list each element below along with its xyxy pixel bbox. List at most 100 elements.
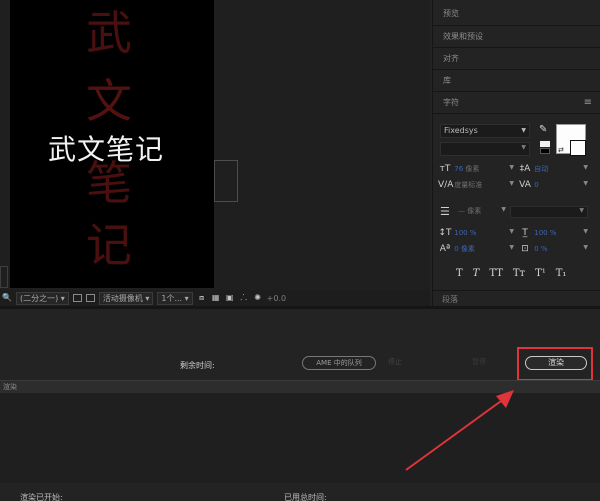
baseline-shift-icon: Aª — [439, 244, 451, 254]
layer-bounding-box[interactable] — [214, 160, 238, 202]
kerning-value[interactable]: 度量标准 — [454, 181, 482, 189]
small-caps-button[interactable]: Tт — [513, 268, 525, 279]
stroke-width-value[interactable]: — — [458, 207, 465, 215]
font-size-unit: 像素 — [465, 165, 480, 173]
font-size-control[interactable]: ᴛT 76 像素 ▼ — [438, 164, 514, 178]
camera-dropdown[interactable]: 活动摄像机 ▾ — [98, 291, 154, 305]
stroke-color-swatch[interactable] — [570, 140, 586, 156]
subscript-button[interactable]: T₁ — [556, 268, 567, 279]
stop-button[interactable]: 停止 — [388, 357, 402, 367]
render-queue-header: 渲染 — [0, 380, 600, 393]
composition-viewer-area[interactable]: 武 文 笔 记 武文笔记 — [0, 0, 430, 290]
vertical-scale-control[interactable]: ↕T 100 % ▼ — [438, 228, 514, 242]
chevron-down-icon: ▼ — [509, 164, 514, 171]
total-elapsed-label: 已用总时间: — [284, 493, 327, 501]
horizontal-scale-value[interactable]: 100 % — [534, 229, 556, 237]
exposure-icon[interactable]: ✺ — [253, 293, 263, 303]
transparency-grid-icon[interactable] — [85, 294, 95, 302]
character-title: 字符 — [443, 98, 459, 107]
tsume-control[interactable]: ⊡ 0 % ▼ — [518, 244, 588, 258]
superscript-button[interactable]: T¹ — [535, 268, 546, 279]
font-size-icon: ᴛT — [439, 164, 451, 174]
views-value: 1个... — [161, 293, 183, 303]
faux-italic-button[interactable]: T — [473, 268, 480, 279]
panel-menu-icon[interactable]: ≡ — [584, 92, 592, 114]
render-queue-list[interactable] — [0, 393, 600, 483]
chevron-down-icon: ▼ — [509, 180, 514, 187]
baseline-shift-value[interactable]: 0 像素 — [454, 245, 475, 253]
ghost-char-ji: 记 — [86, 218, 132, 272]
leading-control[interactable]: ‡A 自动 ▼ — [518, 164, 588, 178]
image-icon[interactable]: ▣ — [225, 293, 235, 303]
faux-bold-button[interactable]: T — [456, 268, 463, 279]
chevron-down-icon: ▼ — [583, 228, 588, 235]
tsume-value[interactable]: 0 % — [534, 245, 547, 253]
render-queue-panel: 剩余时间: AME 中的队列 停止 暂停 渲染 渲染 渲染已开始: 已用总时间: — [0, 309, 600, 501]
pause-button[interactable]: 暂停 — [472, 357, 486, 367]
panel-section-character[interactable]: 字符 ≡ — [433, 92, 600, 114]
ghost-char-wen: 文 — [86, 74, 132, 128]
resolution-value: (二分之一) — [20, 293, 59, 303]
panel-section-library[interactable]: 库 — [433, 70, 600, 92]
camera-value: 活动摄像机 — [102, 293, 143, 303]
remaining-time-label: 剩余时间: — [180, 361, 215, 370]
chevron-down-icon: ▼ — [579, 207, 584, 214]
font-style-dropdown[interactable]: ▼ — [440, 142, 530, 156]
text-style-buttons: T T TT Tт T¹ T₁ — [456, 268, 566, 279]
stroke-width-control[interactable]: — 像素 ▼ — [458, 206, 506, 220]
canvas-title-text[interactable]: 武文笔记 — [48, 128, 164, 168]
chevron-down-icon: ▼ — [521, 144, 526, 151]
stroke-width-icon: ☰ — [440, 205, 450, 218]
edge-guide — [0, 266, 8, 288]
exposure-value[interactable]: +0.0 — [267, 294, 286, 303]
render-button[interactable]: 渲染 — [525, 356, 587, 370]
views-dropdown[interactable]: 1个... ▾ — [157, 291, 193, 305]
stroke-width-unit: 像素 — [467, 207, 482, 215]
tracking-icon: VA — [519, 180, 531, 190]
panel-section-align[interactable]: 对齐 — [433, 48, 600, 70]
panel-section-effects[interactable]: 效果和预设 — [433, 26, 600, 48]
white-swatch[interactable] — [540, 141, 550, 147]
chevron-down-icon: ▼ — [521, 127, 526, 134]
tracking-value[interactable]: 0 — [534, 181, 538, 189]
chevron-down-icon: ▼ — [501, 206, 506, 213]
tracking-control[interactable]: VA 0 ▼ — [518, 180, 588, 194]
render-queue-toolbar: 剩余时间: AME 中的队列 停止 暂停 渲染 — [0, 309, 600, 381]
viewer-toolbar: 🔍 (二分之一) ▾ 活动摄像机 ▾ 1个... ▾ ⧈ ▦ ▣ ⸫ ✺ +0.… — [0, 290, 430, 306]
baseline-shift-control[interactable]: Aª 0 像素 ▼ — [438, 244, 514, 258]
vertical-scale-icon: ↕T — [438, 228, 452, 238]
chevron-down-icon: ▼ — [583, 164, 588, 171]
leading-icon: ‡A — [519, 164, 531, 174]
snapshot-icon[interactable] — [72, 294, 82, 302]
horizontal-scale-icon: T̲ — [522, 228, 528, 238]
font-family-value: Fixedsys — [444, 126, 478, 135]
tsume-icon: ⊡ — [521, 244, 529, 254]
chevron-down-icon: ▼ — [583, 244, 588, 251]
chevron-down-icon: ▼ — [509, 228, 514, 235]
chevron-down-icon: ▼ — [583, 180, 588, 187]
swap-colors-icon[interactable]: ⇄ — [558, 146, 564, 154]
queue-in-ame-button[interactable]: AME 中的队列 — [302, 356, 376, 370]
panel-section-preview[interactable]: 预览 — [433, 0, 600, 26]
all-caps-button[interactable]: TT — [489, 268, 503, 279]
eyedropper-icon[interactable]: ✎ — [539, 124, 551, 138]
ghost-char-wu: 武 — [86, 6, 132, 60]
kerning-control[interactable]: V/A 度量标准 ▼ — [438, 180, 514, 194]
stroke-type-dropdown[interactable]: ▼ — [510, 206, 588, 218]
region-icon[interactable]: ⧈ — [197, 293, 207, 303]
font-size-value[interactable]: 76 — [454, 165, 463, 173]
font-family-dropdown[interactable]: Fixedsys ▼ — [440, 124, 530, 138]
grid-icon[interactable]: ▦ — [211, 293, 221, 303]
after-effects-window: 武 文 笔 记 武文笔记 🔍 (二分之一) ▾ 活动摄像机 ▾ 1个... ▾ … — [0, 0, 600, 501]
black-swatch[interactable] — [540, 148, 550, 154]
vertical-scale-value[interactable]: 100 % — [454, 229, 476, 237]
chevron-down-icon: ▼ — [509, 244, 514, 251]
composition-canvas[interactable]: 武 文 笔 记 武文笔记 — [10, 0, 214, 288]
leading-value[interactable]: 自动 — [534, 165, 548, 173]
render-started-label: 渲染已开始: — [20, 493, 63, 501]
horizontal-scale-control[interactable]: T̲ 100 % ▼ — [518, 228, 588, 242]
flowchart-icon[interactable]: ⸫ — [239, 293, 249, 303]
magnifier-icon[interactable]: 🔍 — [2, 293, 12, 303]
kerning-icon: V/A — [438, 180, 454, 190]
resolution-dropdown[interactable]: (二分之一) ▾ — [16, 291, 69, 305]
